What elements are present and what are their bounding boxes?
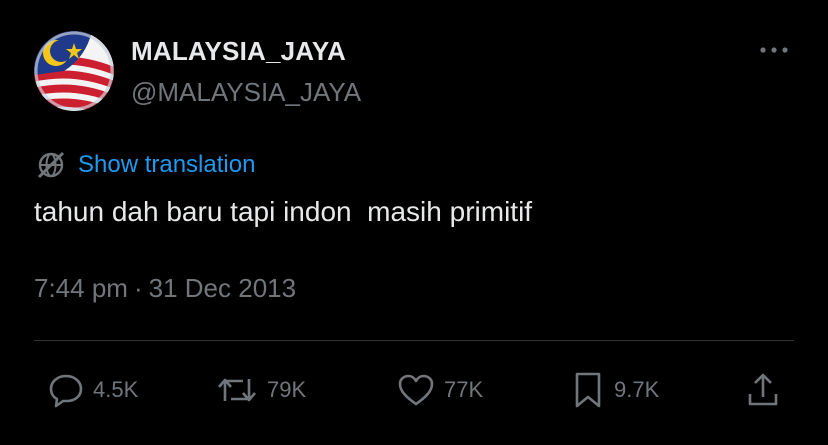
- show-translation-label: Show translation: [78, 151, 256, 178]
- more-dots-icon: [760, 47, 788, 53]
- tweet-date: 31 Dec 2013: [148, 273, 297, 303]
- like-button[interactable]: 77K: [396, 362, 483, 418]
- like-count: 77K: [444, 377, 484, 402]
- share-button[interactable]: [744, 362, 782, 418]
- tweet-time: 7:44 pm: [34, 273, 128, 303]
- tweet-timestamp[interactable]: 7:44 pm · 31 Dec 2013: [34, 273, 296, 304]
- repost-button[interactable]: 79K: [215, 362, 306, 418]
- reply-count: 4.5K: [93, 377, 139, 402]
- repost-count: 79K: [267, 377, 307, 402]
- bookmark-count: 9.7K: [614, 377, 660, 402]
- user-handle[interactable]: @MALAYSIA_JAYA: [131, 77, 361, 108]
- display-name[interactable]: MALAYSIA_JAYA: [131, 36, 346, 67]
- tweet-text: tahun dah baru tapi indon masih primitif: [34, 196, 533, 227]
- show-translation-link[interactable]: Show translation: [34, 148, 255, 182]
- share-icon: [748, 373, 778, 406]
- globe-slash-icon: [37, 151, 65, 179]
- malaysia-flag-icon: [34, 31, 114, 111]
- meta-separator: ·: [133, 273, 143, 303]
- divider: [34, 340, 794, 341]
- avatar[interactable]: [34, 31, 114, 111]
- bookmark-icon: [575, 372, 601, 408]
- reply-button[interactable]: 4.5K: [47, 362, 138, 418]
- repost-icon: [218, 378, 256, 402]
- more-options-button[interactable]: [756, 38, 792, 62]
- reply-icon: [49, 374, 83, 408]
- heart-icon: [398, 374, 434, 406]
- action-bar: 4.5K 79K 77K 9.7K: [0, 362, 828, 418]
- bookmark-button[interactable]: 9.7K: [570, 362, 659, 418]
